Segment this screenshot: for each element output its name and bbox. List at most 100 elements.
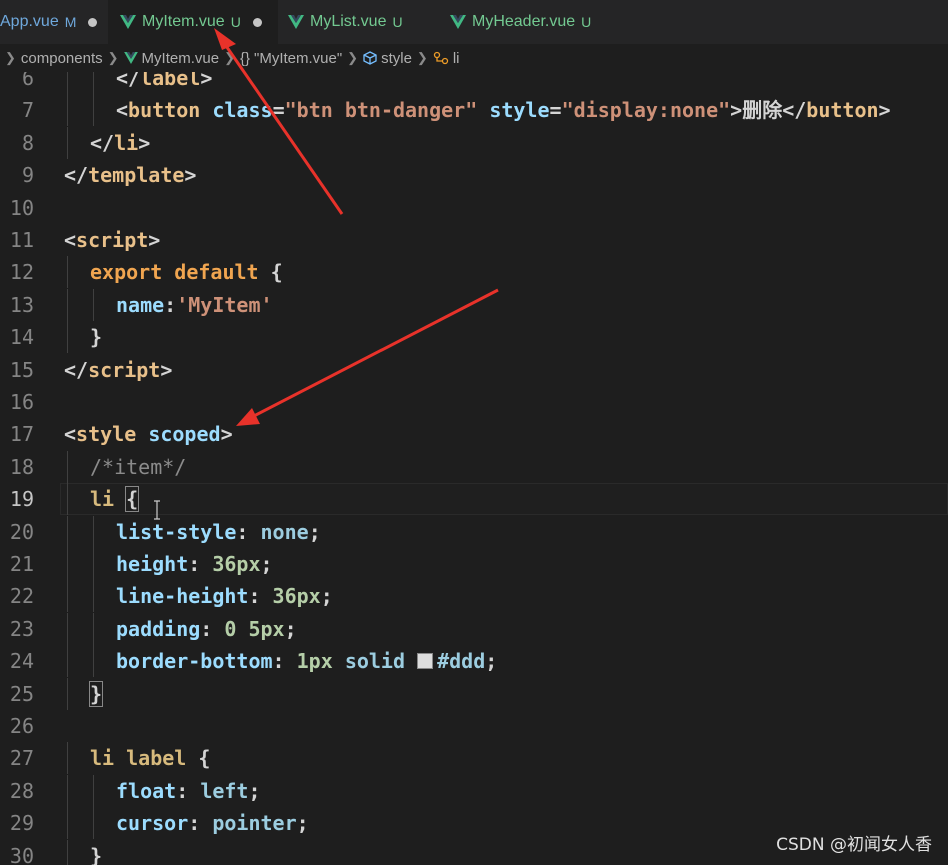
element-tag-icon bbox=[433, 51, 448, 65]
git-status-badge: U bbox=[581, 14, 592, 30]
text-cursor-icon bbox=[154, 500, 160, 520]
code-token: : bbox=[188, 552, 213, 576]
code-token: : bbox=[164, 292, 177, 317]
tab-myitem-vue[interactable]: MyItem.vue U bbox=[108, 0, 278, 44]
indent-guide bbox=[67, 515, 68, 548]
indent-guide bbox=[67, 580, 68, 613]
git-status-badge: U bbox=[392, 14, 403, 30]
indent-guide bbox=[67, 288, 68, 321]
line-number: 6 bbox=[21, 72, 34, 90]
code-line[interactable]: 7 <button class="btn btn-danger" style="d… bbox=[0, 94, 948, 127]
tab-label: MyList.vue bbox=[310, 13, 387, 30]
indent-guide bbox=[67, 483, 68, 516]
code-token: style bbox=[76, 422, 137, 447]
code-token: { bbox=[125, 486, 140, 513]
breadcrumb-section[interactable]: "MyItem.vue" bbox=[254, 50, 342, 67]
code-line[interactable]: 12 export default { bbox=[0, 256, 948, 289]
code-line[interactable]: 16 bbox=[0, 386, 948, 418]
code-token: </ bbox=[64, 357, 89, 382]
code-token: : bbox=[248, 584, 273, 609]
chevron-right-icon: ❯ bbox=[224, 50, 235, 65]
code-token: </ bbox=[64, 163, 89, 188]
color-swatch-icon[interactable] bbox=[417, 653, 434, 670]
code-token: name bbox=[116, 292, 165, 317]
indent-guide bbox=[67, 256, 68, 289]
code-editor[interactable]: 6 </label> 7 <button class="btn btn-danger"… bbox=[0, 72, 948, 865]
code-line[interactable]: 28 float: left; bbox=[0, 774, 948, 807]
code-text: name:'MyItem' bbox=[116, 289, 273, 321]
code-line[interactable]: 18 /*item*/ bbox=[0, 450, 948, 483]
line-number: 10 bbox=[9, 195, 34, 220]
chevron-right-icon: ❯ bbox=[5, 50, 16, 65]
code-line[interactable]: 20 list-style: none; bbox=[0, 515, 948, 548]
indent-guide bbox=[93, 548, 94, 580]
code-text: border-bottom: 1px solid #ddd; bbox=[116, 645, 497, 677]
vue-icon bbox=[120, 15, 136, 29]
code-line[interactable]: 11 <script> bbox=[0, 224, 948, 256]
breadcrumb-style[interactable]: style bbox=[381, 50, 412, 67]
unsaved-dot-icon[interactable] bbox=[88, 17, 98, 27]
code-token: cursor bbox=[116, 811, 189, 836]
code-token: </ bbox=[782, 98, 807, 123]
code-token: > bbox=[878, 98, 891, 123]
code-token: left bbox=[200, 778, 249, 803]
code-line[interactable]: 26 bbox=[0, 710, 948, 742]
code-line[interactable]: 17 <style scoped> bbox=[0, 418, 948, 450]
chevron-right-icon: ❯ bbox=[347, 50, 359, 65]
code-line[interactable]: 27 li label { bbox=[0, 742, 948, 775]
code-token: none bbox=[260, 519, 309, 544]
line-number: 28 bbox=[9, 778, 34, 803]
code-token: ; bbox=[308, 519, 321, 544]
code-line[interactable]: 10 bbox=[0, 192, 948, 224]
breadcrumb-folder[interactable]: components bbox=[21, 50, 103, 67]
line-number: 18 bbox=[9, 454, 34, 479]
code-token: pointer bbox=[212, 811, 297, 836]
code-token: ; bbox=[284, 616, 297, 641]
code-text: } bbox=[90, 321, 102, 353]
code-text: export default { bbox=[90, 256, 283, 288]
code-text: } bbox=[88, 678, 104, 710]
line-number: 29 bbox=[9, 811, 34, 836]
code-token: ; bbox=[248, 778, 261, 803]
breadcrumb-element[interactable]: li bbox=[453, 50, 460, 67]
tab-myheader-vue[interactable]: MyHeader.vue U bbox=[450, 0, 620, 44]
indent-guide bbox=[67, 645, 68, 678]
tab-label: MyItem.vue bbox=[142, 13, 225, 30]
code-line[interactable]: 14} bbox=[0, 321, 948, 354]
code-line[interactable]: 23 padding: 0 5px; bbox=[0, 612, 948, 645]
code-line[interactable]: 13 name:'MyItem' bbox=[0, 288, 948, 321]
vue-icon bbox=[450, 15, 466, 29]
code-line[interactable]: 6 </label> bbox=[0, 72, 948, 94]
code-line[interactable]: 8 </li> bbox=[0, 126, 948, 159]
code-token: 0 5px bbox=[224, 616, 285, 641]
code-line[interactable]: 22 line-height: 36px; bbox=[0, 580, 948, 613]
code-line[interactable]: 9 </template> bbox=[0, 159, 948, 191]
code-line[interactable]: 15 </script> bbox=[0, 354, 948, 386]
indent-guide bbox=[93, 515, 94, 548]
code-line[interactable]: 21 height: 36px; bbox=[0, 548, 948, 580]
tab-mylist-vue[interactable]: MyList.vue U bbox=[288, 0, 438, 44]
indent-guide bbox=[93, 774, 94, 807]
code-token: 1px bbox=[296, 649, 333, 674]
line-number: 9 bbox=[21, 163, 34, 188]
line-number: 24 bbox=[9, 649, 34, 674]
code-line[interactable]: 25} bbox=[0, 677, 948, 710]
code-line[interactable]: 24 border-bottom: 1px solid #ddd; bbox=[0, 645, 948, 678]
unsaved-dot-icon[interactable] bbox=[252, 17, 262, 27]
line-number: 15 bbox=[9, 357, 34, 382]
code-text: </script> bbox=[64, 354, 172, 386]
code-line[interactable]: 19 li { bbox=[0, 483, 948, 516]
code-token: style bbox=[489, 98, 550, 123]
breadcrumb-file[interactable]: MyItem.vue bbox=[142, 50, 220, 67]
code-text: </label> bbox=[116, 72, 212, 94]
indent-guide bbox=[67, 677, 68, 710]
watermark: CSDN @初闻女人香 bbox=[776, 835, 932, 855]
tab-app-vue[interactable]: App.vue M bbox=[0, 0, 108, 44]
code-token: > bbox=[138, 130, 151, 155]
indent-guide bbox=[93, 612, 94, 645]
line-number: 14 bbox=[9, 325, 34, 350]
code-token: > bbox=[200, 72, 213, 90]
